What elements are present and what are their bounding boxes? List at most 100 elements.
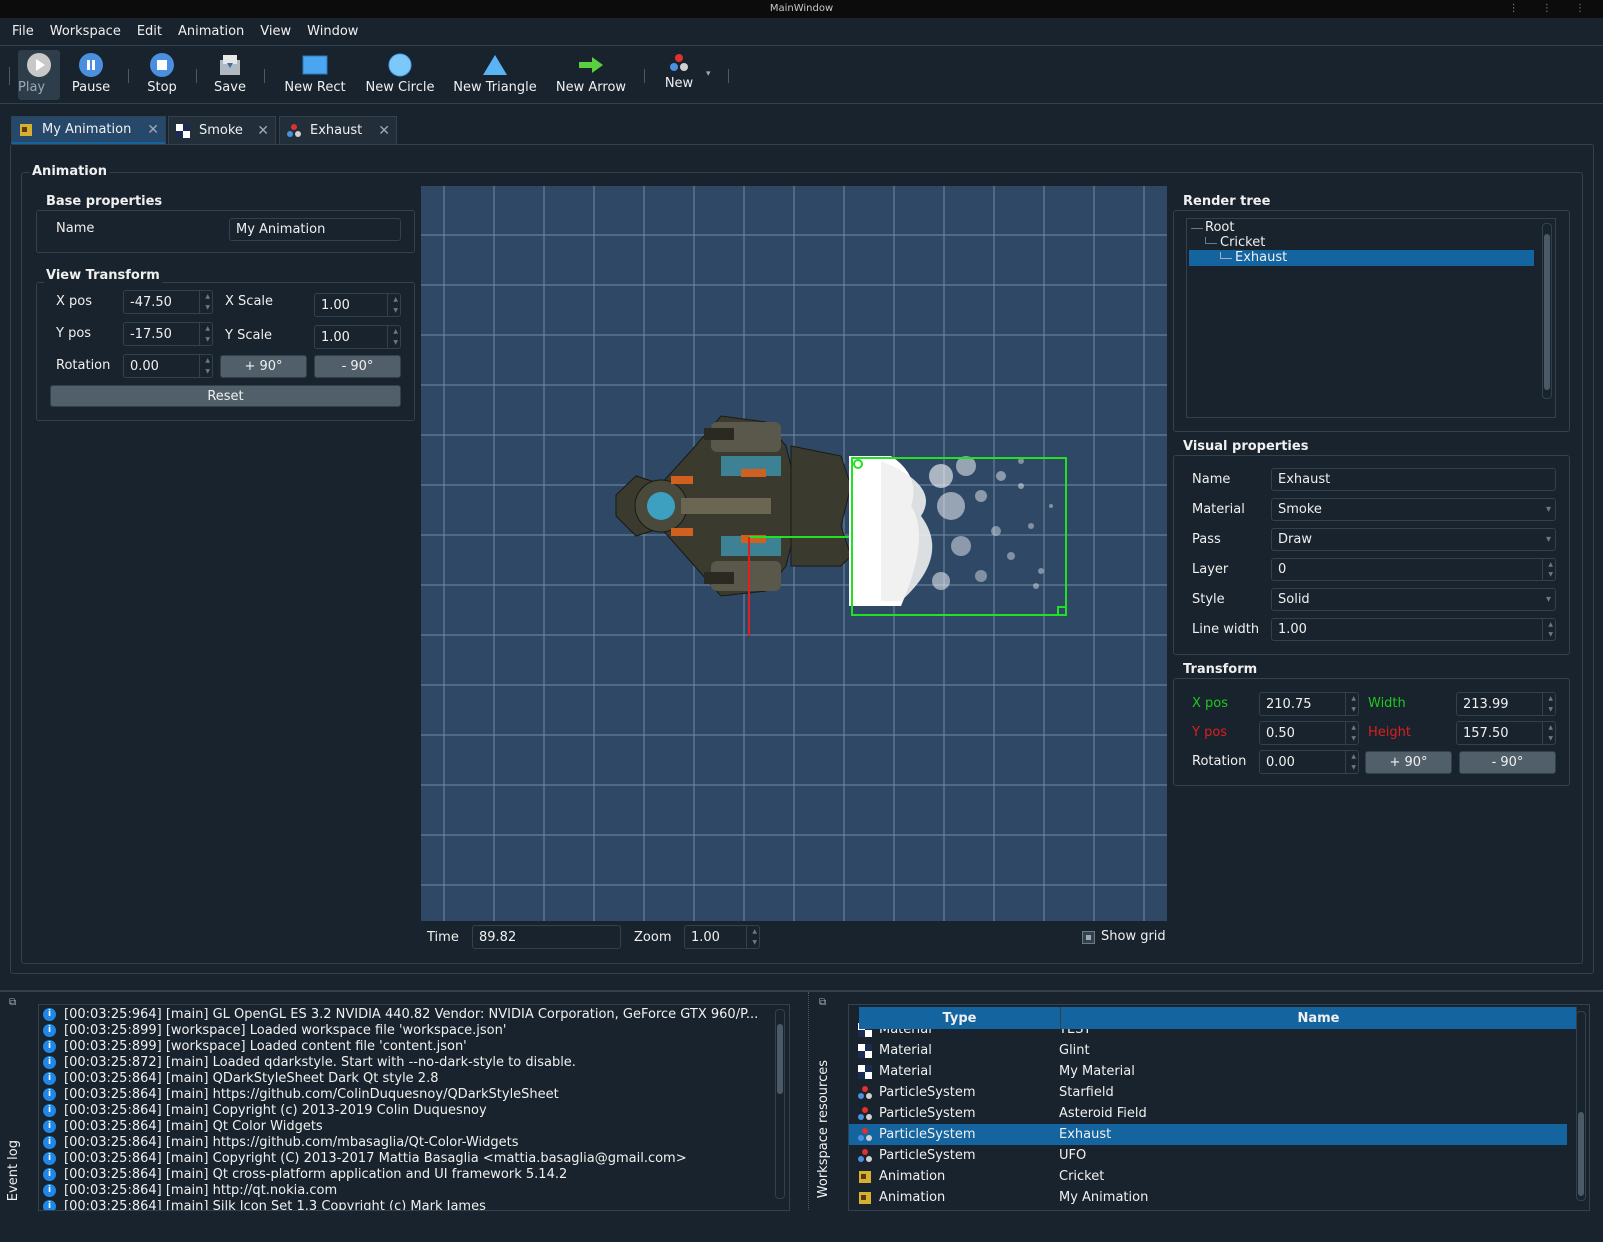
event-log-list[interactable]: i [00:03:25:964] [main] GL OpenGL ES 3.2 … (38, 1004, 790, 1211)
tab-label: My Animation (42, 122, 132, 137)
view-rotate-minus90-button[interactable]: - 90° (314, 355, 401, 378)
line-width-spinbox[interactable]: 1.00 ▲ ▼ (1271, 618, 1556, 641)
menu-bar: File Workspace Edit Animation View Window (0, 18, 1603, 46)
stop-button[interactable]: Stop (140, 50, 184, 100)
close-icon[interactable]: ✕ (257, 123, 269, 139)
material-select[interactable]: Smoke (1271, 498, 1556, 521)
render-tree-scrollbar[interactable] (1542, 223, 1552, 399)
toolbar-separator (264, 69, 265, 83)
new-rect-button[interactable]: New Rect (280, 50, 350, 100)
menu-window[interactable]: Window (299, 18, 366, 46)
resources-scrollbar[interactable] (1576, 1011, 1586, 1201)
log-entry[interactable]: i [00:03:25:872] [main] Loaded qdarkstyle… (39, 1054, 789, 1070)
tree-node-exhaust[interactable]: Exhaust (1235, 250, 1287, 265)
style-select[interactable]: Solid (1271, 588, 1556, 611)
render-tree-view[interactable]: Root Cricket Exhaust (1186, 218, 1556, 418)
log-entry[interactable]: i [00:03:25:864] [main] http://qt.nokia.c… (39, 1182, 789, 1198)
table-header: Type Name (859, 1007, 1577, 1029)
dock-float-icon[interactable]: ⧉ (9, 997, 16, 1008)
zoom-spinbox[interactable]: 1.00 ▲ ▼ (684, 925, 760, 949)
animation-viewport[interactable] (421, 186, 1167, 921)
style-label: Style (1192, 592, 1225, 607)
node-xpos-spinbox[interactable]: 210.75 ▲ ▼ (1259, 692, 1359, 716)
yscale-label: Y Scale (225, 328, 273, 343)
log-entry[interactable]: i [00:03:25:964] [main] GL OpenGL ES 3.2 … (39, 1006, 789, 1022)
node-ypos-spinbox[interactable]: 0.50 ▲ ▼ (1259, 721, 1359, 745)
table-row[interactable]: Material Glint (849, 1040, 1567, 1061)
transform-title: Transform (1181, 662, 1260, 677)
play-button[interactable]: Play (18, 50, 60, 100)
tab-my-animation[interactable]: My Animation ✕ (11, 116, 166, 144)
log-entry[interactable]: i [00:03:25:864] [main] Silk Icon Set 1.3… (39, 1198, 789, 1210)
close-icon[interactable]: ✕ (147, 122, 159, 138)
menu-workspace[interactable]: Workspace (42, 18, 129, 46)
menu-view[interactable]: View (252, 18, 299, 46)
save-button[interactable]: Save (208, 50, 252, 100)
cricket-sprite[interactable] (615, 415, 852, 597)
menu-edit[interactable]: Edit (129, 18, 170, 46)
tab-smoke[interactable]: Smoke ✕ (168, 116, 276, 144)
node-width-spinbox[interactable]: 213.99 ▲ ▼ (1456, 692, 1556, 716)
node-rotation-spinbox[interactable]: 0.00 ▲ ▼ (1259, 750, 1359, 774)
show-grid-checkbox[interactable] (1082, 931, 1095, 944)
log-entry[interactable]: i [00:03:25:864] [main] QDarkStyleSheet D… (39, 1070, 789, 1086)
node-rotate-minus90-button[interactable]: - 90° (1459, 751, 1556, 774)
table-row[interactable]: Material My Material (849, 1061, 1567, 1082)
log-entry[interactable]: i [00:03:25:899] [workspace] Loaded conte… (39, 1038, 789, 1054)
pause-label: Pause (71, 80, 111, 95)
node-height-label: Height (1368, 725, 1411, 740)
log-entry[interactable]: i [00:03:25:864] [main] Copyright (c) 201… (39, 1102, 789, 1118)
info-icon: i (43, 1023, 56, 1037)
viewport-canvas[interactable] (421, 186, 1167, 921)
log-entry[interactable]: i [00:03:25:864] [main] Qt cross-platform… (39, 1166, 789, 1182)
window-controls[interactable]: ⋮ ⋮ ⋮ (1509, 0, 1595, 18)
dock-float-icon[interactable]: ⧉ (819, 997, 826, 1008)
view-xpos-spinbox[interactable]: -47.50 ▲ ▼ (123, 290, 213, 314)
table-row[interactable]: ParticleSystem UFO (849, 1145, 1567, 1166)
time-input[interactable]: 89.82 (472, 925, 621, 949)
view-rotation-spinbox[interactable]: 0.00 ▲ ▼ (123, 354, 213, 378)
toolbar: Play Pause Stop Save New Rect New Circle… (0, 47, 1603, 104)
new-arrow-button[interactable]: New Arrow (552, 50, 630, 100)
table-row[interactable]: Animation Cricket (849, 1166, 1567, 1187)
pause-button[interactable]: Pause (68, 50, 114, 100)
yscale-spinbox[interactable]: 1.00 ▲ ▼ (314, 325, 401, 349)
layer-spinbox[interactable]: 0 ▲ ▼ (1271, 558, 1556, 581)
visual-name-input[interactable]: Exhaust (1271, 468, 1556, 491)
node-height-spinbox[interactable]: 157.50 ▲ ▼ (1456, 721, 1556, 745)
column-name[interactable]: Name (1061, 1007, 1577, 1029)
log-entry[interactable]: i [00:03:25:864] [main] Qt Color Widgets (39, 1118, 789, 1134)
new-dropdown-arrow-icon[interactable]: ▾ (706, 69, 711, 79)
menu-file[interactable]: File (0, 18, 42, 46)
log-entry[interactable]: i [00:03:25:864] [main] Copyright (C) 201… (39, 1150, 789, 1166)
table-row[interactable]: ParticleSystem Asteroid Field (849, 1103, 1567, 1124)
new-menu-button[interactable]: New (658, 50, 700, 100)
tab-exhaust[interactable]: Exhaust ✕ (279, 116, 397, 144)
reset-button[interactable]: Reset (50, 385, 401, 407)
resources-table[interactable]: Material TEST Type Name Material Glint Mat… (848, 1004, 1590, 1211)
close-icon[interactable]: ✕ (378, 123, 390, 139)
pass-select[interactable]: Draw (1271, 528, 1556, 551)
column-type[interactable]: Type (859, 1007, 1061, 1029)
table-row[interactable]: Animation My Animation (849, 1187, 1567, 1208)
event-log-scrollbar[interactable] (775, 1009, 785, 1199)
dock-splitter[interactable] (808, 992, 811, 1210)
view-ypos-spinbox[interactable]: -17.50 ▲ ▼ (123, 322, 213, 346)
table-row-selected[interactable]: ParticleSystem Exhaust (849, 1124, 1567, 1145)
toolbar-handle[interactable] (9, 67, 10, 85)
animation-name-input[interactable]: My Animation (229, 218, 401, 241)
log-entry[interactable]: i [00:03:25:864] [main] https://github.co… (39, 1086, 789, 1102)
resize-handle[interactable] (1057, 606, 1067, 616)
node-rotate-plus90-button[interactable]: + 90° (1365, 751, 1452, 774)
new-triangle-button[interactable]: New Triangle (450, 50, 540, 100)
log-entry[interactable]: i [00:03:25:899] [workspace] Loaded works… (39, 1022, 789, 1038)
table-row[interactable]: ParticleSystem Starfield (849, 1082, 1567, 1103)
log-entry[interactable]: i [00:03:25:864] [main] https://github.co… (39, 1134, 789, 1150)
xscale-spinbox[interactable]: 1.00 ▲ ▼ (314, 293, 401, 317)
new-circle-button[interactable]: New Circle (362, 50, 438, 100)
tree-node-root[interactable]: Root (1205, 220, 1234, 235)
view-rotate-plus90-button[interactable]: + 90° (220, 355, 307, 378)
tree-node-cricket[interactable]: Cricket (1220, 235, 1265, 250)
menu-animation[interactable]: Animation (170, 18, 252, 46)
play-icon (27, 53, 51, 77)
